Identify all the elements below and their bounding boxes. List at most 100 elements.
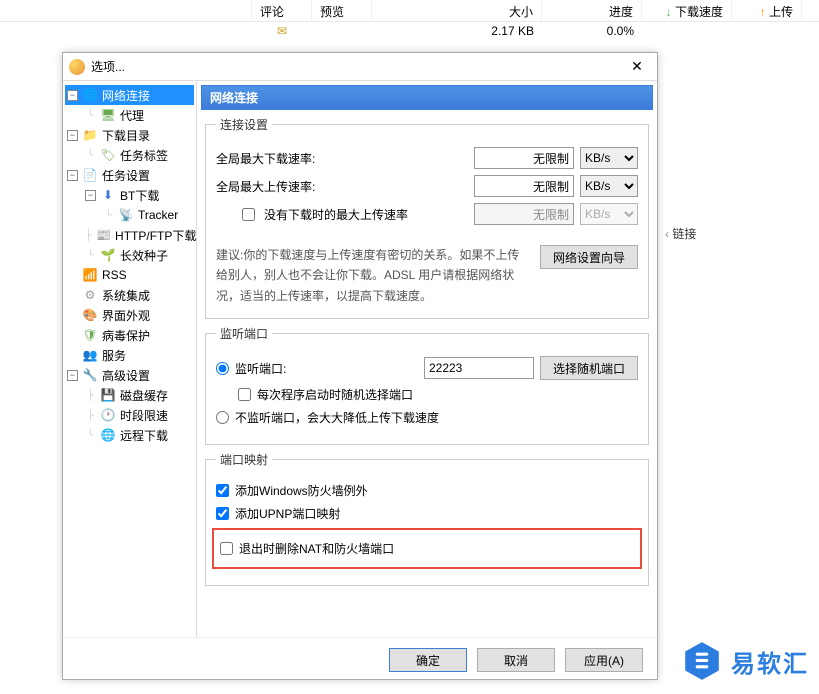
col-up-speed[interactable]: ↑ 上传 bbox=[732, 0, 802, 21]
connection-hint: 建议:你的下载速度与上传速度有密切的关系。如果不上传给别人，别人也不会让你下载。… bbox=[216, 245, 530, 306]
tree-disk[interactable]: ├💾磁盘缓存 bbox=[65, 385, 194, 405]
dialog-footer: 确定 取消 应用(A) bbox=[63, 637, 657, 682]
watermark-text: 易软汇 bbox=[731, 644, 809, 679]
seed-icon: 🌱 bbox=[100, 247, 116, 263]
no-dl-up-label: 没有下载时的最大上传速率 bbox=[264, 206, 468, 223]
col-comment[interactable]: 评论 bbox=[252, 0, 312, 21]
col-preview[interactable]: 预览 bbox=[312, 0, 372, 21]
bt-icon: ⬇ bbox=[100, 187, 116, 203]
mail-icon: ✉ bbox=[277, 24, 287, 38]
mapping-fieldset: 端口映射 添加Windows防火墙例外 添加UPNP端口映射 退出时删除NAT和… bbox=[205, 451, 649, 586]
col-size[interactable]: 大小 bbox=[372, 0, 542, 21]
tracker-icon: 📡 bbox=[118, 207, 134, 223]
sys-icon: ⚙ bbox=[82, 287, 98, 303]
service-icon: 👥 bbox=[82, 347, 98, 363]
col-progress[interactable]: 进度 bbox=[542, 0, 642, 21]
bg-link-label[interactable]: ‹ 链接 bbox=[665, 225, 696, 242]
http-icon: 📰 bbox=[96, 227, 111, 243]
col-blank bbox=[0, 0, 252, 21]
max-down-label: 全局最大下载速率: bbox=[216, 150, 468, 167]
ui-icon: 🎨 bbox=[82, 307, 98, 323]
collapse-icon[interactable]: − bbox=[67, 130, 78, 141]
rss-icon: 📶 bbox=[82, 267, 98, 283]
watermark: 易软汇 bbox=[681, 640, 809, 682]
tree-network[interactable]: −🌐网络连接 bbox=[65, 85, 194, 105]
titlebar[interactable]: 选项... ✕ bbox=[63, 53, 657, 81]
tree-remote[interactable]: └🌐远程下载 bbox=[65, 425, 194, 445]
no-listen-radio[interactable] bbox=[216, 411, 229, 424]
advanced-icon: 🔧 bbox=[82, 367, 98, 383]
tree-rss[interactable]: 📶RSS bbox=[65, 265, 194, 285]
collapse-icon[interactable]: − bbox=[67, 170, 78, 181]
folder-icon: 📁 bbox=[82, 127, 98, 143]
apply-button[interactable]: 应用(A) bbox=[565, 648, 643, 672]
tree-advanced[interactable]: −🔧高级设置 bbox=[65, 365, 194, 385]
tree-http[interactable]: ├📰HTTP/FTP下载 bbox=[65, 225, 194, 245]
tree-task-settings[interactable]: −📄任务设置 bbox=[65, 165, 194, 185]
random-port-button[interactable]: 选择随机端口 bbox=[540, 356, 638, 380]
tree-service[interactable]: 👥服务 bbox=[65, 345, 194, 365]
highlight-annotation: 退出时删除NAT和防火墙端口 bbox=[212, 528, 642, 569]
tree-time[interactable]: ├🕐时段限速 bbox=[65, 405, 194, 425]
collapse-icon[interactable]: − bbox=[67, 370, 78, 381]
listen-legend: 监听端口 bbox=[216, 325, 272, 342]
down-arrow-icon: ↓ bbox=[666, 5, 672, 19]
upnp-label: 添加UPNP端口映射 bbox=[235, 505, 340, 522]
clock-icon: 🕐 bbox=[100, 407, 116, 423]
ok-button[interactable]: 确定 bbox=[389, 648, 467, 672]
dialog-title: 选项... bbox=[91, 58, 623, 75]
firewall-checkbox[interactable] bbox=[216, 484, 229, 497]
firewall-label: 添加Windows防火墙例外 bbox=[235, 482, 368, 499]
options-tree: −🌐网络连接 └🖥代理 −📁下载目录 └🏷任务标签 −📄任务设置 −⬇BT下载 … bbox=[63, 81, 197, 637]
shield-icon: 🛡 bbox=[82, 327, 98, 343]
max-up-input[interactable] bbox=[474, 175, 574, 197]
tree-sys[interactable]: ⚙系统集成 bbox=[65, 285, 194, 305]
max-up-unit[interactable]: KB/s bbox=[580, 175, 638, 197]
listen-port-radio[interactable] bbox=[216, 362, 229, 375]
tree-virus[interactable]: 🛡病毒保护 bbox=[65, 325, 194, 345]
listen-fieldset: 监听端口 监听端口: 选择随机端口 每次程序启动时随机选择端口 不监听端口，会大… bbox=[205, 325, 649, 445]
up-arrow-icon: ↑ bbox=[760, 5, 766, 19]
max-down-input[interactable] bbox=[474, 147, 574, 169]
listen-port-label: 监听端口: bbox=[235, 360, 418, 377]
connection-legend: 连接设置 bbox=[216, 116, 272, 133]
cancel-button[interactable]: 取消 bbox=[477, 648, 555, 672]
panel-title: 网络连接 bbox=[201, 85, 653, 110]
no-dl-up-input bbox=[474, 203, 574, 225]
task-icon: 📄 bbox=[82, 167, 98, 183]
tag-icon: 🏷 bbox=[100, 147, 116, 163]
background-table: 评论 预览 大小 进度 ↓ 下载速度 ↑ 上传 ✉ 2.17 KB 0.0% bbox=[0, 0, 819, 42]
collapse-icon[interactable]: − bbox=[85, 190, 96, 201]
random-on-start-label: 每次程序启动时随机选择端口 bbox=[257, 386, 413, 403]
tree-task-tag[interactable]: └🏷任务标签 bbox=[65, 145, 194, 165]
col-down-speed[interactable]: ↓ 下载速度 bbox=[642, 0, 732, 21]
no-dl-up-unit: KB/s bbox=[580, 203, 638, 225]
tree-download-dir[interactable]: −📁下载目录 bbox=[65, 125, 194, 145]
cell-progress: 0.0% bbox=[542, 22, 642, 42]
tree-seed[interactable]: └🌱长效种子 bbox=[65, 245, 194, 265]
app-icon bbox=[69, 59, 85, 75]
network-wizard-button[interactable]: 网络设置向导 bbox=[540, 245, 638, 269]
no-dl-up-checkbox[interactable] bbox=[242, 208, 255, 221]
port-input[interactable] bbox=[424, 357, 534, 379]
no-listen-label: 不监听端口，会大大降低上传下载速度 bbox=[235, 409, 439, 426]
close-button[interactable]: ✕ bbox=[623, 58, 651, 75]
tree-proxy[interactable]: └🖥代理 bbox=[65, 105, 194, 125]
proxy-icon: 🖥 bbox=[100, 107, 116, 123]
connection-fieldset: 连接设置 全局最大下载速率: KB/s 全局最大上传速率: KB/s 没有下载时… bbox=[205, 116, 649, 319]
tree-bt[interactable]: −⬇BT下载 bbox=[65, 185, 194, 205]
cell-size: 2.17 KB bbox=[372, 22, 542, 42]
collapse-icon[interactable]: − bbox=[67, 90, 78, 101]
remove-on-exit-checkbox[interactable] bbox=[220, 542, 233, 555]
options-dialog: 选项... ✕ −🌐网络连接 └🖥代理 −📁下载目录 └🏷任务标签 −📄任务设置… bbox=[62, 52, 658, 680]
random-on-start-checkbox[interactable] bbox=[238, 388, 251, 401]
tree-tracker[interactable]: └📡Tracker bbox=[65, 205, 194, 225]
max-down-unit[interactable]: KB/s bbox=[580, 147, 638, 169]
upnp-checkbox[interactable] bbox=[216, 507, 229, 520]
globe-icon: 🌐 bbox=[82, 87, 98, 103]
remove-on-exit-label: 退出时删除NAT和防火墙端口 bbox=[239, 540, 394, 557]
disk-icon: 💾 bbox=[100, 387, 116, 403]
max-up-label: 全局最大上传速率: bbox=[216, 178, 468, 195]
mapping-legend: 端口映射 bbox=[216, 451, 272, 468]
tree-ui[interactable]: 🎨界面外观 bbox=[65, 305, 194, 325]
